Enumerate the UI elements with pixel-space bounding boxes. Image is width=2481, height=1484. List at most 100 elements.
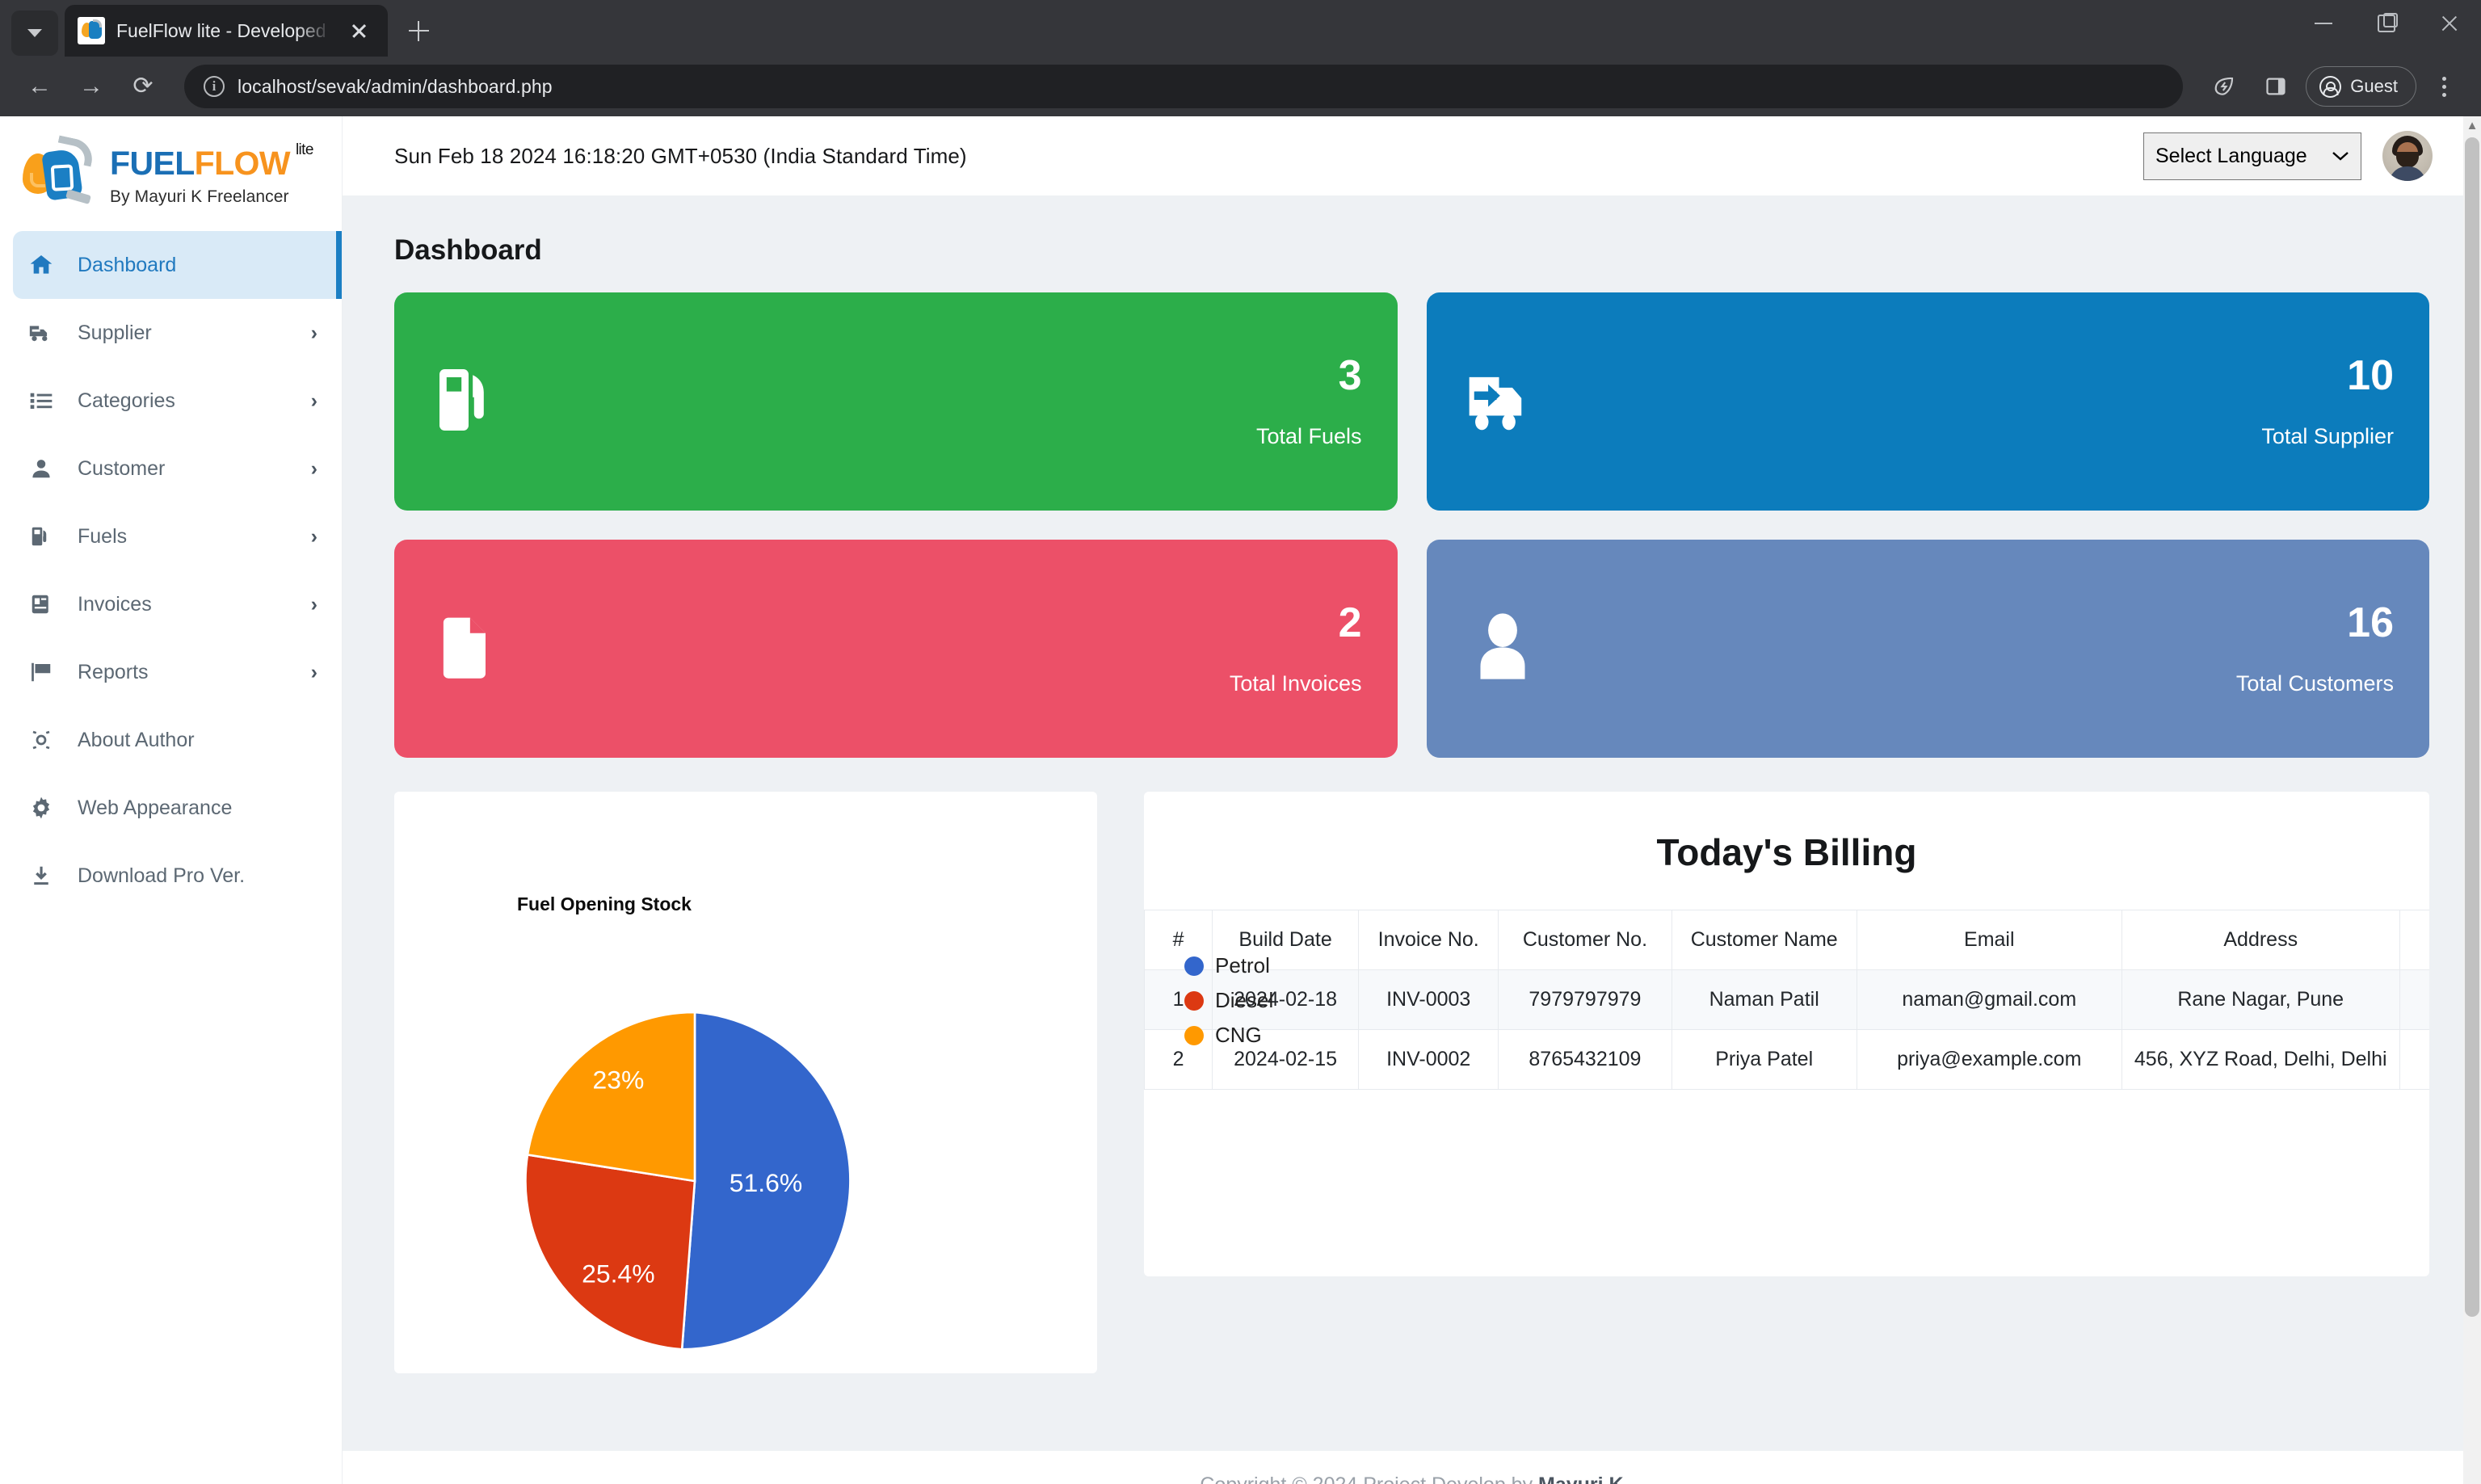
fuel-pump-icon	[26, 524, 57, 549]
pie-slice-cng[interactable]	[526, 1011, 696, 1183]
sidebar-item-invoices[interactable]: Invoices ›	[0, 570, 342, 638]
sidebar-item-fuels[interactable]: Fuels ›	[0, 502, 342, 570]
more-menu-icon[interactable]	[2424, 65, 2463, 108]
stat-card-total-fuels[interactable]: 3 Total Fuels	[394, 292, 1398, 511]
sidebar-item-label: Categories	[78, 389, 175, 412]
legend-color-swatch	[1184, 1025, 1204, 1045]
legend-label: Diesel	[1215, 988, 1274, 1012]
sidebar-item-dashboard[interactable]: Dashboard	[13, 231, 342, 299]
language-select[interactable]: Select Language	[2143, 132, 2361, 180]
forward-icon[interactable]: →	[69, 65, 113, 108]
stat-card-total-supplier[interactable]: 10 Total Supplier	[1426, 292, 2429, 511]
stat-label: Total Invoices	[1229, 671, 1362, 696]
stat-value: 16	[2347, 599, 2394, 646]
truck-icon	[26, 319, 57, 347]
browser-toolbar: ← → ⟳ i localhost/sevak/admin/dashboard.…	[0, 57, 2481, 116]
maximize-icon[interactable]	[2355, 0, 2418, 47]
billing-table: # Build Date Invoice No. Customer No. Cu…	[1144, 910, 2429, 1090]
side-panel-icon[interactable]	[2254, 65, 2298, 108]
address-bar[interactable]: i localhost/sevak/admin/dashboard.php	[184, 65, 2184, 108]
scrollbar-thumb[interactable]	[2465, 137, 2479, 1317]
page-scrollbar[interactable]: ▲	[2463, 116, 2481, 1484]
column-header: Invoice No.	[1358, 910, 1499, 970]
language-select-value: Select Language	[2155, 144, 2307, 167]
site-info-icon[interactable]: i	[204, 76, 225, 97]
fuelflow-favicon	[78, 17, 105, 44]
tab-search-button[interactable]	[11, 11, 58, 56]
stat-label: Total Supplier	[2261, 423, 2394, 448]
stat-value: 10	[2347, 351, 2394, 399]
tab-strip: FuelFlow lite - Developed by Ma	[0, 0, 2481, 57]
user-avatar[interactable]	[2382, 131, 2433, 181]
legend-item[interactable]: Petrol	[1184, 953, 1273, 978]
sidebar-item-label: About Author	[78, 728, 195, 751]
download-icon	[26, 864, 57, 888]
chevron-right-icon: ›	[310, 592, 317, 616]
page-title: Dashboard	[394, 234, 542, 266]
table-row[interactable]: 2 2024-02-15 INV-0002 8765432109 Priya P…	[1144, 1029, 2429, 1090]
sidebar-item-about-author[interactable]: About Author	[0, 706, 342, 774]
info-glyph: i	[212, 78, 217, 94]
current-datetime: Sun Feb 18 2024 16:18:20 GMT+0530 (India…	[394, 143, 967, 168]
logo-superscript: lite	[295, 141, 313, 158]
energy-saver-icon[interactable]	[2202, 65, 2246, 108]
sidebar-item-label: Dashboard	[78, 253, 177, 276]
pie-label-cng: 23%	[592, 1066, 644, 1095]
window-close-icon[interactable]	[2418, 0, 2481, 47]
page-viewport: FUEL FLOW lite By Mayuri K Freelancer Dash…	[0, 116, 2481, 1484]
sidebar-item-label: Web Appearance	[78, 796, 233, 819]
pie-label-petrol: 51.6%	[730, 1168, 802, 1197]
cell-address: 456, XYZ Road, Delhi, Delhi	[2121, 1029, 2400, 1090]
chevron-right-icon: ›	[310, 389, 317, 412]
tab-title: FuelFlow lite - Developed by Ma	[116, 19, 331, 41]
sidebar-item-label: Reports	[78, 660, 149, 683]
legend-item[interactable]: Diesel	[1184, 988, 1273, 1013]
table-header-row: # Build Date Invoice No. Customer No. Cu…	[1144, 910, 2429, 970]
gear-icon	[26, 795, 57, 821]
browser-tab[interactable]: FuelFlow lite - Developed by Ma	[65, 5, 388, 57]
sidebar-nav: Dashboard Supplier › Categories › Custom…	[0, 223, 342, 910]
back-icon[interactable]: ←	[18, 65, 61, 108]
column-header: Email	[1856, 910, 2122, 970]
sidebar-item-customer[interactable]: Customer ›	[0, 435, 342, 502]
scroll-up-arrow[interactable]: ▲	[2465, 118, 2479, 134]
minimize-icon[interactable]	[2292, 0, 2355, 47]
close-icon[interactable]	[343, 15, 375, 47]
logo-word-flow: FLOW	[194, 145, 291, 182]
lower-panels: Fuel Opening Stock Petrol Diesel CNG 51.…	[343, 758, 2481, 1373]
stat-cards: 3 Total Fuels 10 Total Supplier 2 Total …	[343, 267, 2481, 758]
new-tab-button[interactable]	[396, 8, 441, 53]
sidebar-item-supplier[interactable]: Supplier ›	[0, 299, 342, 367]
reload-icon[interactable]: ⟳	[121, 65, 165, 108]
column-header: Customer Name	[1671, 910, 1857, 970]
table-row[interactable]: 1 2024-02-18 INV-0003 7979797979 Naman P…	[1144, 969, 2429, 1030]
footer-author: Mayuri K	[1538, 1473, 1624, 1484]
forward-glyph: →	[79, 73, 103, 99]
fuel-stock-pie-chart[interactable]: 51.6% 25.4% 23%	[517, 1003, 873, 1359]
fuel-pump-icon	[430, 361, 507, 443]
footer-text: Copyright © 2024 Project Develop by	[1200, 1473, 1538, 1484]
page-footer: Copyright © 2024 Project Develop by Mayu…	[343, 1451, 2481, 1484]
column-header: Customer No.	[1498, 910, 1672, 970]
legend-label: Petrol	[1215, 953, 1270, 977]
invoice-icon	[26, 592, 57, 616]
stat-card-total-invoices[interactable]: 2 Total Invoices	[394, 540, 1398, 758]
pie-slice-diesel[interactable]	[524, 1153, 696, 1351]
stat-label: Total Customers	[2235, 671, 2394, 696]
fuel-nozzle-logo-icon	[21, 135, 105, 204]
app-logo[interactable]: FUEL FLOW lite By Mayuri K Freelancer	[0, 116, 342, 223]
profile-button[interactable]: Guest	[2306, 66, 2416, 107]
stat-card-total-customers[interactable]: 16 Total Customers	[1426, 540, 2429, 758]
sidebar-item-web-appearance[interactable]: Web Appearance	[0, 774, 342, 842]
window-controls	[2292, 0, 2481, 57]
profile-label: Guest	[2350, 76, 2398, 96]
sidebar-item-download-pro[interactable]: Download Pro Ver.	[0, 842, 342, 910]
cell-total: 3306	[2399, 1029, 2429, 1090]
user-icon	[26, 456, 57, 481]
list-icon	[26, 388, 57, 414]
sidebar-item-categories[interactable]: Categories ›	[0, 367, 342, 435]
sidebar-item-reports[interactable]: Reports ›	[0, 638, 342, 706]
chevron-right-icon: ›	[310, 660, 317, 683]
chevron-right-icon: ›	[310, 456, 317, 480]
legend-item[interactable]: CNG	[1184, 1023, 1273, 1048]
